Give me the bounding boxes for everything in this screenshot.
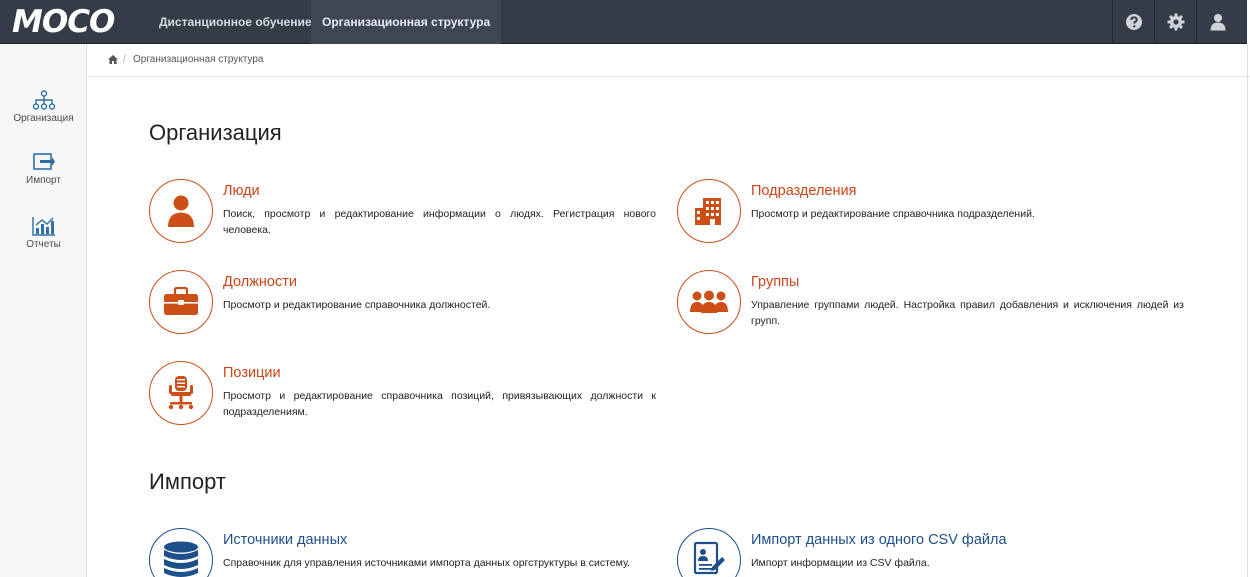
card-posts[interactable]: Должности Просмотр и редактирование спра… bbox=[149, 270, 659, 340]
sidebar-item-organization[interactable]: Организация bbox=[0, 90, 87, 124]
import-icon bbox=[32, 153, 55, 170]
card-icon-circle bbox=[149, 179, 213, 243]
csv-file-icon bbox=[693, 541, 725, 575]
card-icon-circle bbox=[677, 270, 741, 334]
building-icon bbox=[695, 198, 721, 225]
sidebar-item-import[interactable]: Импорт bbox=[0, 152, 87, 186]
card-csv-import[interactable]: Импорт данных из одного CSV файла Импорт… bbox=[677, 528, 1187, 577]
card-icon-circle bbox=[677, 528, 741, 577]
card-title[interactable]: Люди bbox=[223, 183, 260, 199]
card-description: Справочник для управления источниками им… bbox=[223, 557, 631, 569]
card-groups[interactable]: Группы Управление группами людей. Настро… bbox=[677, 270, 1187, 340]
card-title[interactable]: Должности bbox=[223, 274, 297, 290]
briefcase-icon bbox=[164, 287, 198, 315]
card-people[interactable]: Люди Поиск, просмотр и редактирование ин… bbox=[149, 179, 659, 249]
user-icon bbox=[1210, 14, 1225, 31]
card-description: Просмотр и редактирование справочника до… bbox=[223, 299, 491, 311]
sidebar-item-reports[interactable]: Отчеты bbox=[0, 216, 87, 250]
breadcrumb-home[interactable] bbox=[108, 55, 118, 67]
reports-icon bbox=[31, 217, 55, 236]
breadcrumb: / Организационная структура bbox=[88, 44, 1250, 77]
nav-org-structure[interactable]: Организационная структура bbox=[311, 0, 502, 44]
sidebar-item-label: Отчеты bbox=[26, 239, 61, 250]
card-description: Управление группами людей. Настройка пра… bbox=[751, 299, 1184, 327]
card-departments[interactable]: Подразделения Просмотр и редактирование … bbox=[677, 179, 1187, 249]
sidebar-item-label: Импорт bbox=[26, 175, 61, 186]
section-title-organization: Организация bbox=[149, 120, 282, 145]
card-title[interactable]: Подразделения bbox=[751, 183, 856, 199]
card-title[interactable]: Импорт данных из одного CSV файла bbox=[751, 532, 1007, 548]
group-icon bbox=[690, 290, 728, 313]
person-icon bbox=[168, 195, 194, 227]
breadcrumb-separator: / bbox=[123, 54, 126, 65]
database-icon bbox=[164, 541, 198, 577]
card-title[interactable]: Группы bbox=[751, 274, 799, 290]
card-data-sources[interactable]: Источники данных Справочник для управлен… bbox=[149, 528, 659, 577]
card-icon-circle bbox=[149, 270, 213, 334]
card-description: Просмотр и редактирование справочника по… bbox=[751, 208, 1035, 220]
nav-distance-learning[interactable]: Дистанционное обучение bbox=[148, 0, 323, 44]
settings-icon bbox=[1167, 13, 1184, 31]
help-icon bbox=[1125, 14, 1142, 30]
card-description: Импорт информации из CSV файла. bbox=[751, 557, 930, 569]
sidebar: Организация Импорт Отчеты bbox=[0, 44, 87, 577]
top-navbar: MOCO Дистанционное обучение Организацион… bbox=[0, 0, 1250, 44]
page-edge bbox=[1247, 44, 1248, 577]
card-positions[interactable]: Позиции Просмотр и редактирование справо… bbox=[149, 361, 659, 431]
card-description: Просмотр и редактирование справочника по… bbox=[223, 390, 656, 418]
home-icon bbox=[108, 55, 118, 64]
card-icon-circle bbox=[149, 528, 213, 577]
user-button[interactable] bbox=[1196, 0, 1238, 44]
card-description: Поиск, просмотр и редактирование информа… bbox=[223, 208, 656, 236]
logo-text: MOCO bbox=[12, 4, 115, 40]
breadcrumb-current: Организационная структура bbox=[133, 54, 264, 65]
card-title[interactable]: Позиции bbox=[223, 365, 281, 381]
sidebar-item-label: Организация bbox=[13, 113, 74, 124]
help-button[interactable] bbox=[1112, 0, 1154, 44]
settings-button[interactable] bbox=[1154, 0, 1196, 44]
org-tree-icon bbox=[32, 90, 55, 110]
card-icon-circle bbox=[677, 179, 741, 243]
card-icon-circle bbox=[149, 361, 213, 425]
card-title[interactable]: Источники данных bbox=[223, 532, 347, 548]
office-chair-icon bbox=[168, 376, 194, 410]
moco-logo[interactable]: MOCO bbox=[12, 4, 115, 40]
section-title-import: Импорт bbox=[149, 469, 226, 494]
